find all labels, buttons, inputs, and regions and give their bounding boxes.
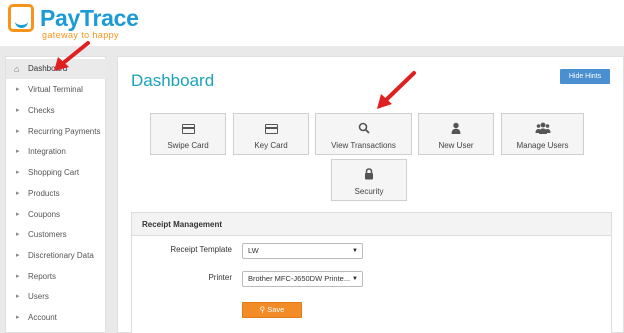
- caret-right-icon: ▸: [16, 169, 20, 176]
- users-icon: [502, 121, 583, 134]
- security-tile[interactable]: Security: [331, 159, 407, 201]
- manage-users-tile[interactable]: Manage Users: [501, 113, 584, 155]
- annotation-arrow-view-transactions: [377, 71, 416, 109]
- caret-right-icon: ▸: [16, 252, 20, 259]
- sidebar-item-account[interactable]: ▸ Account: [6, 308, 106, 328]
- paytrace-logo[interactable]: PayTrace gateway to happy: [8, 4, 139, 42]
- tile-label: View Transactions: [331, 141, 396, 150]
- panel-heading: Receipt Management: [132, 213, 611, 236]
- annotation-arrow-dashboard: [54, 41, 90, 71]
- view-transactions-tile[interactable]: View Transactions: [315, 113, 412, 155]
- logo-tagline: gateway to happy: [42, 30, 119, 40]
- select-value: Brother MFC-J650DW Printe...: [248, 274, 351, 283]
- search-icon: ⚲: [259, 305, 266, 314]
- home-icon: ⌂: [14, 64, 20, 74]
- logo-wordmark: PayTrace: [40, 5, 139, 31]
- sidebar-item-users[interactable]: ▸ Users: [6, 287, 106, 307]
- logo-mark-icon: [8, 4, 34, 32]
- caret-right-icon: ▸: [16, 273, 20, 280]
- sidebar-item-coupons[interactable]: ▸ Coupons: [6, 205, 106, 225]
- sidebar-item-discretionary-data[interactable]: ▸ Discretionary Data: [6, 246, 106, 266]
- sidebar-item-label: Discretionary Data: [28, 251, 94, 260]
- user-icon: [419, 121, 493, 134]
- tile-label: New User: [438, 141, 474, 150]
- printer-label: Printer: [208, 273, 232, 282]
- key-card-tile[interactable]: Key Card: [233, 113, 309, 155]
- credit-card-icon: [234, 121, 308, 134]
- receipt-template-label: Receipt Template: [170, 245, 232, 254]
- sidebar-item-label: Users: [28, 292, 49, 301]
- sidebar-nav: ⌂ Dashboard ▸ Virtual Terminal ▸ Checks …: [5, 56, 106, 333]
- sidebar-item-recurring-payments[interactable]: ▸ Recurring Payments: [6, 122, 106, 142]
- page-title: Dashboard: [131, 71, 215, 90]
- caret-right-icon: ▸: [16, 107, 20, 114]
- sidebar-item-label: Customers: [28, 230, 67, 239]
- swipe-card-tile[interactable]: Swipe Card: [150, 113, 226, 155]
- caret-right-icon: ▸: [16, 231, 20, 238]
- chevron-down-icon: ▼: [352, 248, 358, 254]
- caret-right-icon: ▸: [16, 293, 20, 300]
- sidebar-item-integration[interactable]: ▸ Integration: [6, 142, 106, 162]
- sidebar-item-label: Recurring Payments: [28, 127, 101, 136]
- printer-select[interactable]: Brother MFC-J650DW Printe... ▼: [242, 271, 363, 287]
- lock-icon: [332, 167, 406, 180]
- sidebar-item-label: Integration: [28, 147, 66, 156]
- sidebar-item-label: Checks: [28, 106, 55, 115]
- tile-label: Security: [354, 187, 384, 196]
- top-bar: PayTrace gateway to happy: [0, 0, 624, 46]
- receipt-template-select[interactable]: LW ▼: [242, 243, 363, 259]
- save-button[interactable]: ⚲ Save: [242, 302, 302, 318]
- caret-right-icon: ▸: [16, 211, 20, 218]
- caret-right-icon: ▸: [16, 148, 20, 155]
- search-icon: [316, 121, 411, 134]
- sidebar-item-label: Account: [28, 313, 57, 322]
- chevron-down-icon: ▼: [352, 276, 358, 282]
- tile-label: Key Card: [254, 141, 288, 150]
- sidebar-item-checks[interactable]: ▸ Checks: [6, 101, 106, 121]
- sidebar-item-shopping-cart[interactable]: ▸ Shopping Cart: [6, 163, 106, 183]
- sidebar-item-customers[interactable]: ▸ Customers: [6, 225, 106, 245]
- sidebar-item-label: Products: [28, 189, 60, 198]
- caret-right-icon: ▸: [16, 314, 20, 321]
- hide-hints-button[interactable]: Hide Hints: [560, 69, 610, 84]
- caret-right-icon: ▸: [16, 128, 20, 135]
- sidebar-item-label: Coupons: [28, 210, 61, 219]
- sidebar-item-virtual-terminal[interactable]: ▸ Virtual Terminal: [6, 80, 106, 100]
- caret-right-icon: ▸: [16, 86, 20, 93]
- select-value: LW: [248, 246, 259, 255]
- sidebar-item-label: Shopping Cart: [28, 168, 80, 177]
- caret-right-icon: ▸: [16, 190, 20, 197]
- receipt-management-panel: Receipt Management Receipt Template LW ▼…: [131, 212, 612, 333]
- tile-label: Swipe Card: [167, 141, 209, 150]
- sidebar-item-products[interactable]: ▸ Products: [6, 184, 106, 204]
- credit-card-icon: [151, 121, 225, 134]
- sidebar-item-label: Virtual Terminal: [28, 85, 83, 94]
- sidebar-item-reports[interactable]: ▸ Reports: [6, 267, 106, 287]
- tile-label: Manage Users: [516, 141, 569, 150]
- save-label: Save: [267, 305, 285, 314]
- new-user-tile[interactable]: New User: [418, 113, 494, 155]
- sidebar-item-label: Reports: [28, 272, 57, 281]
